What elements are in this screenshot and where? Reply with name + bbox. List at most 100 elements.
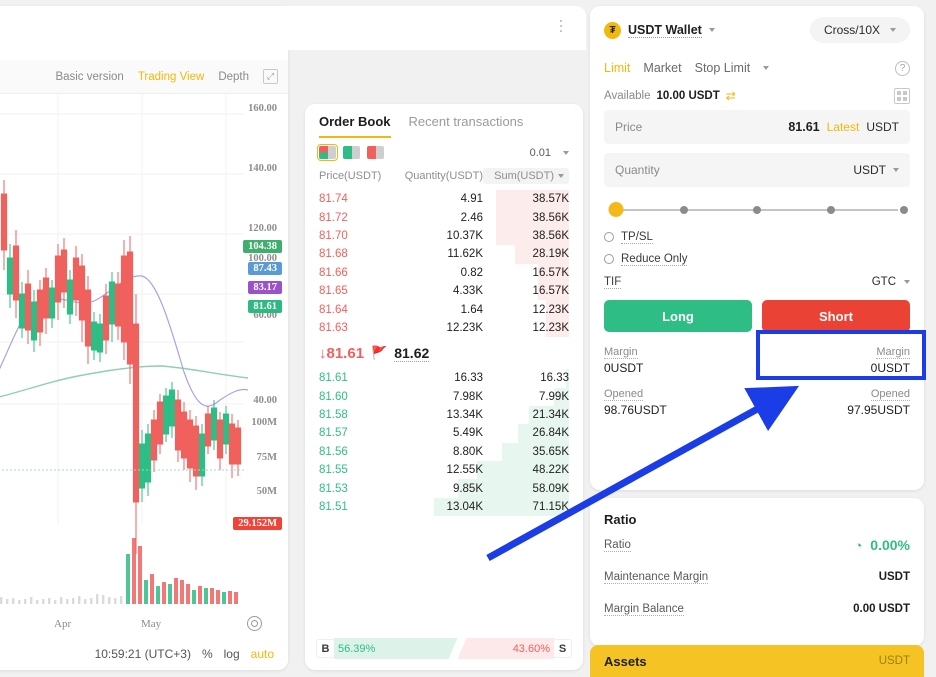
- ask-price: 81.74: [319, 193, 397, 205]
- assets-title: Assets: [604, 654, 647, 669]
- chart-tab-trading-view[interactable]: Trading View: [138, 71, 204, 83]
- price-axis-label-40: 40.00: [248, 394, 282, 407]
- bid-quantity: 9.85K: [397, 483, 483, 495]
- chart-tab-depth[interactable]: Depth: [218, 71, 249, 83]
- volume-axis-label-50m: 50M: [252, 485, 282, 498]
- ask-row[interactable]: 81.6312.23K12.23K: [305, 319, 583, 337]
- chart-tab-basic-version[interactable]: Basic version: [55, 71, 123, 83]
- ratio-value-wrap: ◔ 0.00%: [854, 537, 910, 553]
- bid-row[interactable]: 81.6116.3316.33: [305, 369, 583, 387]
- column-sum-label: Sum(USDT): [494, 170, 554, 182]
- wallet-name[interactable]: USDT Wallet: [628, 23, 702, 38]
- chart-view-tabs: Basic version Trading View Depth ⤢: [0, 60, 288, 94]
- short-button[interactable]: Short: [762, 300, 910, 332]
- bid-quantity: 5.49K: [397, 427, 483, 439]
- quantity-slider[interactable]: [610, 196, 904, 226]
- buy-letter-badge: B: [317, 640, 334, 657]
- column-price: Price(USDT): [319, 170, 397, 182]
- reduce-only-radio[interactable]: [604, 254, 614, 264]
- assets-bar[interactable]: Assets USDT: [590, 645, 924, 677]
- leverage-selector[interactable]: Cross/10X: [810, 17, 910, 43]
- bid-row[interactable]: 81.607.98K7.99K: [305, 388, 583, 406]
- ask-quantity: 4.91: [397, 193, 483, 205]
- order-book-column-headers: Price(USDT) Quantity(USDT) Sum(USDT): [305, 163, 583, 190]
- quantity-unit[interactable]: USDT: [853, 163, 886, 177]
- long-margin-label: Margin: [604, 346, 638, 359]
- ask-sum: 16.57K: [483, 285, 569, 297]
- slider-dot-100[interactable]: [900, 206, 908, 214]
- long-button[interactable]: Long: [604, 300, 752, 332]
- available-value: 10.00 USDT: [656, 90, 719, 102]
- ask-row[interactable]: 81.660.8216.57K: [305, 264, 583, 282]
- assets-unit: USDT: [879, 655, 910, 667]
- bid-sum: 48.22K: [483, 464, 569, 476]
- bid-row[interactable]: 81.575.49K26.84K: [305, 424, 583, 442]
- ask-quantity: 0.82: [397, 267, 483, 279]
- bid-row[interactable]: 81.5113.04K71.15K: [305, 498, 583, 516]
- slider-dot-50[interactable]: [753, 206, 761, 214]
- ask-price: 81.72: [319, 212, 397, 224]
- bid-row[interactable]: 81.5813.34K21.34K: [305, 406, 583, 424]
- ask-row[interactable]: 81.722.4638.56K: [305, 208, 583, 226]
- transfer-icon[interactable]: ⇄: [726, 89, 736, 103]
- ask-row[interactable]: 81.6811.62K28.19K: [305, 245, 583, 263]
- expand-icon[interactable]: ⤢: [263, 69, 278, 84]
- tab-order-book[interactable]: Order Book: [319, 114, 391, 138]
- chart-log-toggle[interactable]: log: [224, 647, 240, 661]
- order-type-stop-limit[interactable]: Stop Limit: [695, 61, 751, 75]
- kebab-menu-icon[interactable]: [560, 20, 562, 32]
- bid-row[interactable]: 81.568.80K35.65K: [305, 443, 583, 461]
- ask-sum: 12.23K: [483, 304, 569, 316]
- slider-dot-75[interactable]: [827, 206, 835, 214]
- reduce-only-checkbox-row[interactable]: Reduce Only: [590, 248, 924, 270]
- ask-sum: 16.57K: [483, 267, 569, 279]
- asks-list: 81.744.9138.57K81.722.4638.56K81.7010.37…: [305, 190, 583, 337]
- quantity-input-field[interactable]: Quantity USDT: [604, 153, 910, 187]
- bid-row[interactable]: 81.539.85K58.09K: [305, 479, 583, 497]
- ask-price: 81.65: [319, 285, 397, 297]
- date-tick-apr: Apr: [54, 618, 71, 630]
- slider-dot-25[interactable]: [680, 206, 688, 214]
- ask-quantity: 11.62K: [397, 248, 483, 260]
- column-sum[interactable]: Sum(USDT): [483, 168, 569, 184]
- price-tag-last: 81.61: [248, 300, 282, 313]
- tif-select[interactable]: GTC: [872, 276, 910, 288]
- ask-quantity: 10.37K: [397, 230, 483, 242]
- ask-row[interactable]: 81.744.9138.57K: [305, 190, 583, 208]
- ask-row[interactable]: 81.7010.37K38.56K: [305, 227, 583, 245]
- chart-body[interactable]: 160.00 140.00 120.00 100.00 60.00 40.00 …: [0, 94, 288, 614]
- bid-sum: 21.34K: [483, 409, 569, 421]
- leverage-value: Cross/10X: [824, 23, 880, 37]
- ask-row[interactable]: 81.654.33K16.57K: [305, 282, 583, 300]
- ask-price: 81.66: [319, 267, 397, 279]
- tpsl-radio[interactable]: [604, 232, 614, 242]
- chevron-down-icon[interactable]: [709, 28, 715, 32]
- asks-depth-icon[interactable]: [367, 146, 384, 159]
- order-type-market[interactable]: Market: [643, 61, 681, 75]
- tab-recent-transactions[interactable]: Recent transactions: [409, 114, 524, 138]
- both-depth-icon[interactable]: [319, 146, 336, 159]
- ask-price: 81.64: [319, 304, 397, 316]
- chevron-down-icon[interactable]: [893, 168, 899, 172]
- tpsl-checkbox-row[interactable]: TP/SL: [590, 226, 924, 248]
- chevron-down-icon[interactable]: [763, 66, 769, 70]
- ask-sum: 38.57K: [483, 193, 569, 205]
- ask-sum: 12.23K: [483, 322, 569, 334]
- ask-quantity: 2.46: [397, 212, 483, 224]
- bid-row[interactable]: 81.5512.55K48.22K: [305, 461, 583, 479]
- bid-quantity: 7.98K: [397, 391, 483, 403]
- long-opened-value: 98.76USDT: [604, 403, 757, 417]
- order-type-limit[interactable]: Limit: [604, 61, 630, 75]
- settings-gear-icon[interactable]: [247, 616, 262, 631]
- bids-depth-icon[interactable]: [343, 146, 360, 159]
- ask-row[interactable]: 81.641.6412.23K: [305, 300, 583, 318]
- slider-knob[interactable]: [609, 202, 624, 217]
- question-icon[interactable]: ?: [895, 61, 910, 76]
- chart-auto-toggle[interactable]: auto: [251, 647, 274, 661]
- grid-icon[interactable]: [894, 88, 910, 104]
- price-input-field[interactable]: Price 81.61 Latest USDT: [604, 110, 910, 144]
- price-latest-button[interactable]: Latest: [827, 120, 860, 134]
- bid-price: 81.60: [319, 391, 397, 403]
- tick-size-select[interactable]: 0.01: [530, 147, 569, 159]
- chart-percent-toggle[interactable]: %: [202, 647, 213, 661]
